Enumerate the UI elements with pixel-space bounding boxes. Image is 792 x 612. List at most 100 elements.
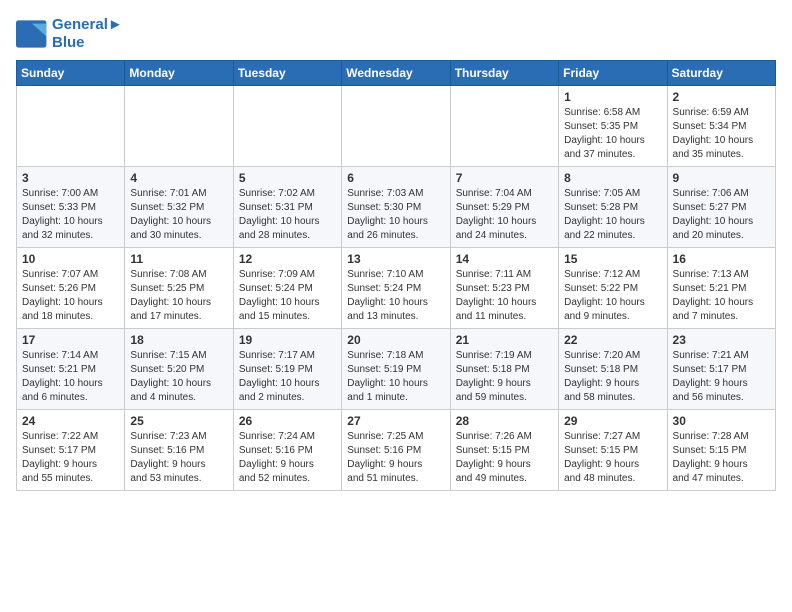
calendar-cell: [17, 86, 125, 167]
calendar-cell: 24 Sunrise: 7:22 AMSunset: 5:17 PMDayligh…: [17, 410, 125, 491]
calendar-cell: 22 Sunrise: 7:20 AMSunset: 5:18 PMDayligh…: [559, 329, 667, 410]
day-number: 24: [22, 414, 119, 428]
day-number: 15: [564, 252, 661, 266]
day-number: 19: [239, 333, 336, 347]
calendar-cell: 28Sunrise: 7:26 AMSunset: 5:15 PMDayligh…: [450, 410, 558, 491]
calendar-cell: 6 Sunrise: 7:03 AMSunset: 5:30 PMDaylight…: [342, 167, 450, 248]
calendar-cell: 13Sunrise: 7:10 AMSunset: 5:24 PMDayligh…: [342, 248, 450, 329]
day-info: Sunrise: 7:19 AMSunset: 5:18 PMDaylight:…: [456, 349, 553, 405]
day-info: Sunrise: 7:26 AMSunset: 5:15 PMDaylight:…: [456, 430, 553, 486]
day-info: Sunrise: 7:08 AMSunset: 5:25 PMDaylight:…: [130, 268, 227, 324]
day-number: 4: [130, 171, 227, 185]
calendar-cell: 2 Sunrise: 6:59 AMSunset: 5:34 PMDaylight…: [667, 86, 775, 167]
day-number: 17: [22, 333, 119, 347]
calendar-cell: 16Sunrise: 7:13 AMSunset: 5:21 PMDayligh…: [667, 248, 775, 329]
col-header-sunday: Sunday: [17, 61, 125, 86]
col-header-saturday: Saturday: [667, 61, 775, 86]
day-number: 6: [347, 171, 444, 185]
day-info: Sunrise: 7:14 AMSunset: 5:21 PMDaylight:…: [22, 349, 119, 405]
day-info: Sunrise: 7:03 AMSunset: 5:30 PMDaylight:…: [347, 187, 444, 243]
day-info: Sunrise: 7:02 AMSunset: 5:31 PMDaylight:…: [239, 187, 336, 243]
day-info: Sunrise: 7:28 AMSunset: 5:15 PMDaylight:…: [673, 430, 770, 486]
day-number: 13: [347, 252, 444, 266]
day-number: 23: [673, 333, 770, 347]
day-number: 11: [130, 252, 227, 266]
calendar-cell: 7 Sunrise: 7:04 AMSunset: 5:29 PMDaylight…: [450, 167, 558, 248]
day-number: 9: [673, 171, 770, 185]
day-info: Sunrise: 7:13 AMSunset: 5:21 PMDaylight:…: [673, 268, 770, 324]
day-number: 2: [673, 90, 770, 104]
day-number: 29: [564, 414, 661, 428]
day-number: 30: [673, 414, 770, 428]
calendar-cell: [450, 86, 558, 167]
day-number: 22: [564, 333, 661, 347]
logo-text: General►Blue: [52, 16, 123, 52]
day-number: 1: [564, 90, 661, 104]
calendar-cell: 27 Sunrise: 7:25 AMSunset: 5:16 PMDayligh…: [342, 410, 450, 491]
day-number: 20: [347, 333, 444, 347]
calendar-cell: [125, 86, 233, 167]
day-number: 12: [239, 252, 336, 266]
calendar-cell: 14Sunrise: 7:11 AMSunset: 5:23 PMDayligh…: [450, 248, 558, 329]
calendar-cell: 29 Sunrise: 7:27 AMSunset: 5:15 PMDayligh…: [559, 410, 667, 491]
day-number: 7: [456, 171, 553, 185]
col-header-tuesday: Tuesday: [233, 61, 341, 86]
day-number: 26: [239, 414, 336, 428]
day-info: Sunrise: 7:00 AMSunset: 5:33 PMDaylight:…: [22, 187, 119, 243]
day-info: Sunrise: 6:58 AMSunset: 5:35 PMDaylight:…: [564, 106, 661, 162]
day-number: 8: [564, 171, 661, 185]
calendar-cell: 8 Sunrise: 7:05 AMSunset: 5:28 PMDaylight…: [559, 167, 667, 248]
day-info: Sunrise: 7:07 AMSunset: 5:26 PMDaylight:…: [22, 268, 119, 324]
calendar-cell: 11 Sunrise: 7:08 AMSunset: 5:25 PMDayligh…: [125, 248, 233, 329]
week-row-3: 10 Sunrise: 7:07 AMSunset: 5:26 PMDayligh…: [17, 248, 776, 329]
calendar-cell: 1 Sunrise: 6:58 AMSunset: 5:35 PMDaylight…: [559, 86, 667, 167]
day-number: 25: [130, 414, 227, 428]
day-info: Sunrise: 7:04 AMSunset: 5:29 PMDaylight:…: [456, 187, 553, 243]
calendar-cell: 12Sunrise: 7:09 AMSunset: 5:24 PMDayligh…: [233, 248, 341, 329]
calendar-cell: 9 Sunrise: 7:06 AMSunset: 5:27 PMDaylight…: [667, 167, 775, 248]
calendar-cell: 30 Sunrise: 7:28 AMSunset: 5:15 PMDayligh…: [667, 410, 775, 491]
calendar-cell: 20 Sunrise: 7:18 AMSunset: 5:19 PMDayligh…: [342, 329, 450, 410]
col-header-monday: Monday: [125, 61, 233, 86]
day-info: Sunrise: 7:27 AMSunset: 5:15 PMDaylight:…: [564, 430, 661, 486]
logo-icon: [16, 20, 48, 48]
calendar-cell: 26 Sunrise: 7:24 AMSunset: 5:16 PMDayligh…: [233, 410, 341, 491]
calendar-cell: 3 Sunrise: 7:00 AMSunset: 5:33 PMDaylight…: [17, 167, 125, 248]
col-header-friday: Friday: [559, 61, 667, 86]
week-row-4: 17 Sunrise: 7:14 AMSunset: 5:21 PMDayligh…: [17, 329, 776, 410]
day-info: Sunrise: 6:59 AMSunset: 5:34 PMDaylight:…: [673, 106, 770, 162]
day-number: 10: [22, 252, 119, 266]
calendar-cell: 25 Sunrise: 7:23 AMSunset: 5:16 PMDayligh…: [125, 410, 233, 491]
week-row-5: 24 Sunrise: 7:22 AMSunset: 5:17 PMDayligh…: [17, 410, 776, 491]
day-info: Sunrise: 7:20 AMSunset: 5:18 PMDaylight:…: [564, 349, 661, 405]
page-header: General►Blue: [16, 16, 776, 52]
calendar-header-row: SundayMondayTuesdayWednesdayThursdayFrid…: [17, 61, 776, 86]
day-number: 14: [456, 252, 553, 266]
week-row-2: 3 Sunrise: 7:00 AMSunset: 5:33 PMDaylight…: [17, 167, 776, 248]
day-info: Sunrise: 7:22 AMSunset: 5:17 PMDaylight:…: [22, 430, 119, 486]
calendar-table: SundayMondayTuesdayWednesdayThursdayFrid…: [16, 60, 776, 491]
calendar-cell: 21 Sunrise: 7:19 AMSunset: 5:18 PMDayligh…: [450, 329, 558, 410]
day-number: 27: [347, 414, 444, 428]
calendar-cell: 4Sunrise: 7:01 AMSunset: 5:32 PMDaylight…: [125, 167, 233, 248]
day-info: Sunrise: 7:24 AMSunset: 5:16 PMDaylight:…: [239, 430, 336, 486]
day-info: Sunrise: 7:23 AMSunset: 5:16 PMDaylight:…: [130, 430, 227, 486]
col-header-thursday: Thursday: [450, 61, 558, 86]
day-info: Sunrise: 7:25 AMSunset: 5:16 PMDaylight:…: [347, 430, 444, 486]
calendar-cell: 18Sunrise: 7:15 AMSunset: 5:20 PMDayligh…: [125, 329, 233, 410]
calendar-cell: 15 Sunrise: 7:12 AMSunset: 5:22 PMDayligh…: [559, 248, 667, 329]
day-number: 18: [130, 333, 227, 347]
logo: General►Blue: [16, 16, 123, 52]
calendar-cell: [342, 86, 450, 167]
day-info: Sunrise: 7:12 AMSunset: 5:22 PMDaylight:…: [564, 268, 661, 324]
week-row-1: 1 Sunrise: 6:58 AMSunset: 5:35 PMDaylight…: [17, 86, 776, 167]
calendar-cell: 23Sunrise: 7:21 AMSunset: 5:17 PMDayligh…: [667, 329, 775, 410]
day-info: Sunrise: 7:05 AMSunset: 5:28 PMDaylight:…: [564, 187, 661, 243]
calendar-cell: [233, 86, 341, 167]
day-number: 5: [239, 171, 336, 185]
day-info: Sunrise: 7:18 AMSunset: 5:19 PMDaylight:…: [347, 349, 444, 405]
col-header-wednesday: Wednesday: [342, 61, 450, 86]
day-info: Sunrise: 7:06 AMSunset: 5:27 PMDaylight:…: [673, 187, 770, 243]
day-number: 21: [456, 333, 553, 347]
day-number: 3: [22, 171, 119, 185]
